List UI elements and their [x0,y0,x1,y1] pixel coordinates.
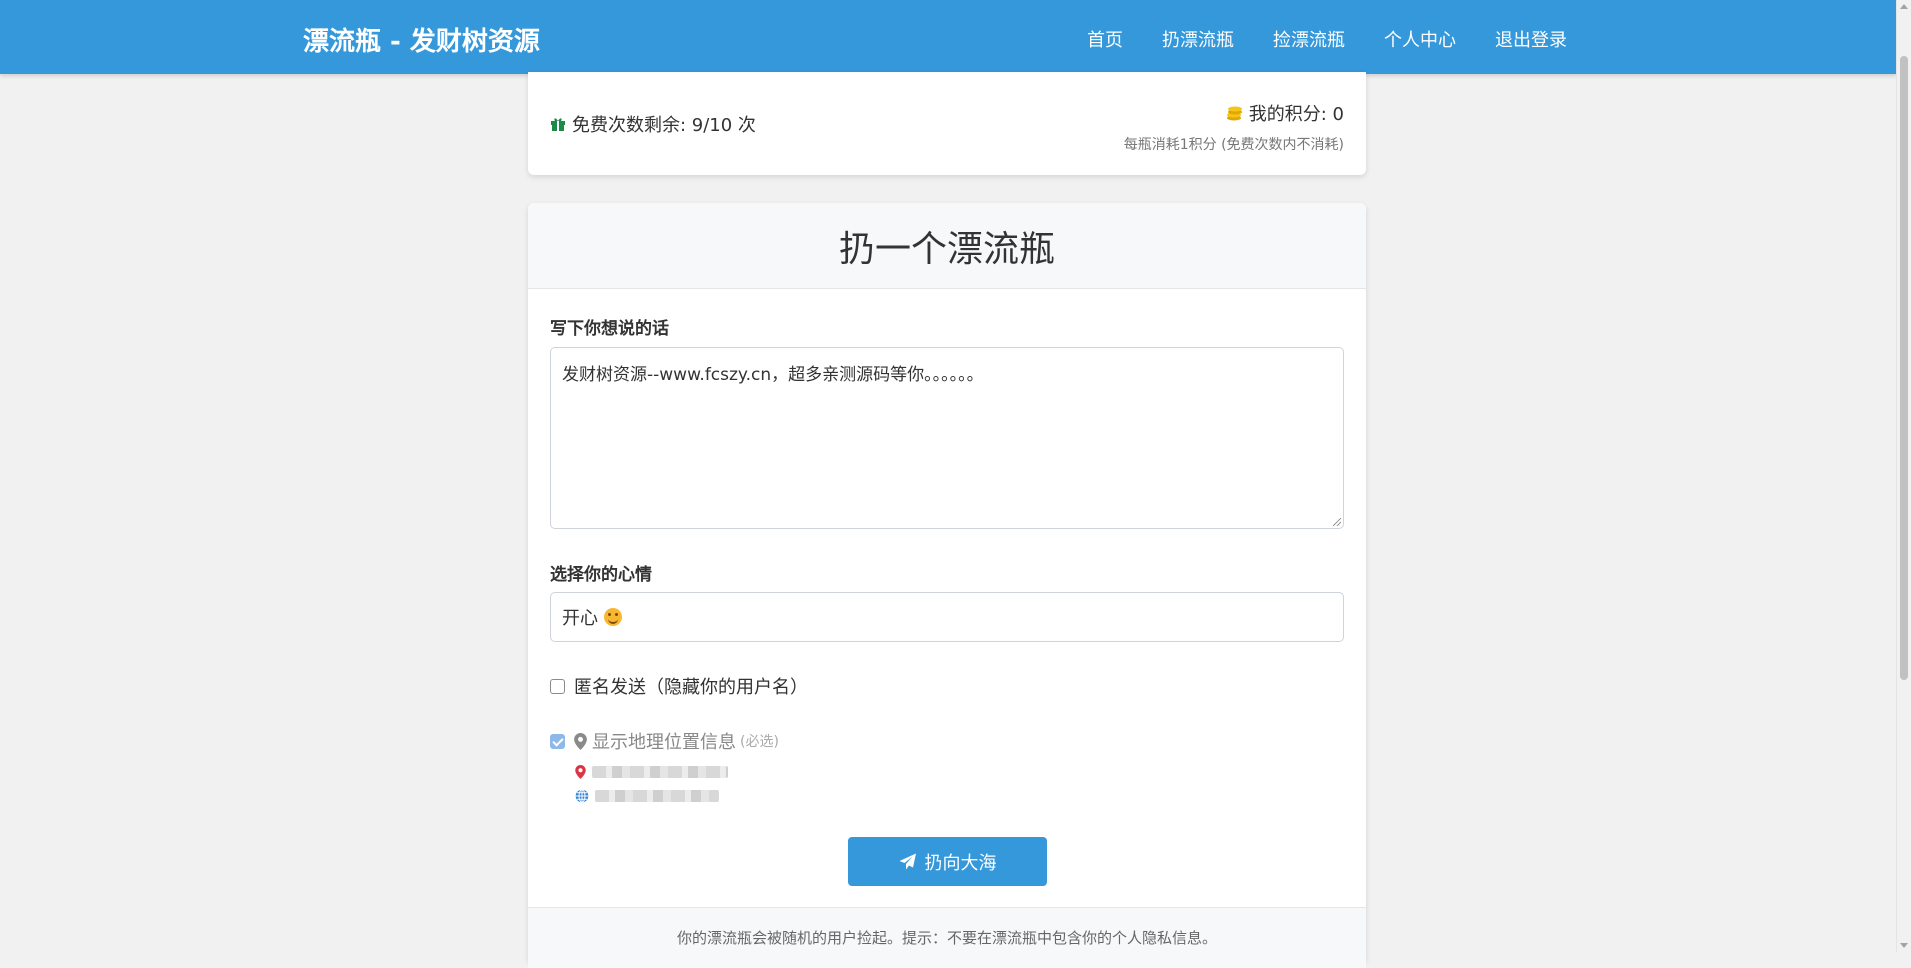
points-block: 我的积分: 0 每瓶消耗1积分 (免费次数内不消耗) [1124,100,1344,154]
form-header: 扔一个漂流瓶 [528,203,1366,289]
map-marker-icon [574,732,587,750]
navbar: 漂流瓶 - 发财树资源 首页 扔漂流瓶 捡漂流瓶 个人中心 退出登录 [0,0,1897,74]
nav-home[interactable]: 首页 [1087,26,1123,52]
anonymous-label: 匿名发送（隐藏你的用户名） [574,677,808,698]
nav-throw-bottle[interactable]: 扔漂流瓶 [1162,26,1234,52]
form-footer: 你的漂流瓶会被随机的用户捡起。提示：不要在漂流瓶中包含你的个人隐私信息。 [528,907,1366,968]
points-note: 每瓶消耗1积分 (免费次数内不消耗) [1123,137,1344,153]
location-option[interactable]: 显示地理位置信息 (必选) [550,728,779,754]
location-label: 显示地理位置信息 [592,732,736,753]
message-label: 写下你想说的话 [550,319,669,339]
mood-select[interactable]: 开心 [550,592,1344,642]
page-scrollbar[interactable] [1896,0,1911,952]
message-textarea[interactable]: 发财树资源--www.fcszy.cn，超多亲测源码等你。。。。。。 [550,347,1344,529]
scroll-down-icon[interactable] [1900,943,1908,948]
blurred-ip [595,790,719,802]
nav-profile[interactable]: 个人中心 [1384,26,1456,52]
points-display: 我的积分: 0 [1124,100,1344,126]
smile-emoji-icon [604,608,622,626]
free-count-text: 免费次数剩余: 9/10 次 [572,115,756,136]
site-brand[interactable]: 漂流瓶 - 发财树资源 [303,21,540,58]
map-marker-icon [575,765,586,779]
anonymous-checkbox[interactable] [550,678,565,694]
nav-logout[interactable]: 退出登录 [1495,26,1567,52]
submit-label: 扔向大海 [924,852,997,874]
mood-label: 选择你的心情 [550,565,652,585]
points-text: 我的积分: 0 [1248,104,1344,125]
footer-note: 你的漂流瓶会被随机的用户捡起。提示：不要在漂流瓶中包含你的个人隐私信息。 [676,929,1217,947]
anonymous-option[interactable]: 匿名发送（隐藏你的用户名） [550,673,808,699]
location-checkbox[interactable] [550,733,565,749]
gift-icon [551,118,565,131]
globe-icon [575,789,589,803]
scroll-up-icon[interactable] [1900,4,1908,9]
free-count: 免费次数剩余: 9/10 次 [550,111,756,137]
location-address [575,765,728,779]
location-ip [575,789,719,803]
coins-icon [1226,106,1242,121]
resize-grip-icon[interactable] [1333,518,1341,526]
nav-pick-bottle[interactable]: 捡漂流瓶 [1273,26,1345,52]
paper-plane-icon [899,853,916,870]
stats-card: 免费次数剩余: 9/10 次 我的积分: 0 每瓶消耗1积分 (免费次数内不消耗… [528,72,1366,175]
blurred-address [592,766,728,778]
form-title: 扔一个漂流瓶 [838,228,1055,270]
message-text: 发财树资源--www.fcszy.cn，超多亲测源码等你。。。。。。 [562,365,984,385]
location-required: (必选) [740,734,779,750]
mood-value: 开心 [562,608,598,629]
scroll-thumb[interactable] [1900,56,1908,680]
throw-submit-button[interactable]: 扔向大海 [848,837,1047,886]
nav-links: 首页 扔漂流瓶 捡漂流瓶 个人中心 退出登录 [1087,26,1567,52]
throw-bottle-form: 扔一个漂流瓶 写下你想说的话 发财树资源--www.fcszy.cn，超多亲测源… [528,203,1366,968]
